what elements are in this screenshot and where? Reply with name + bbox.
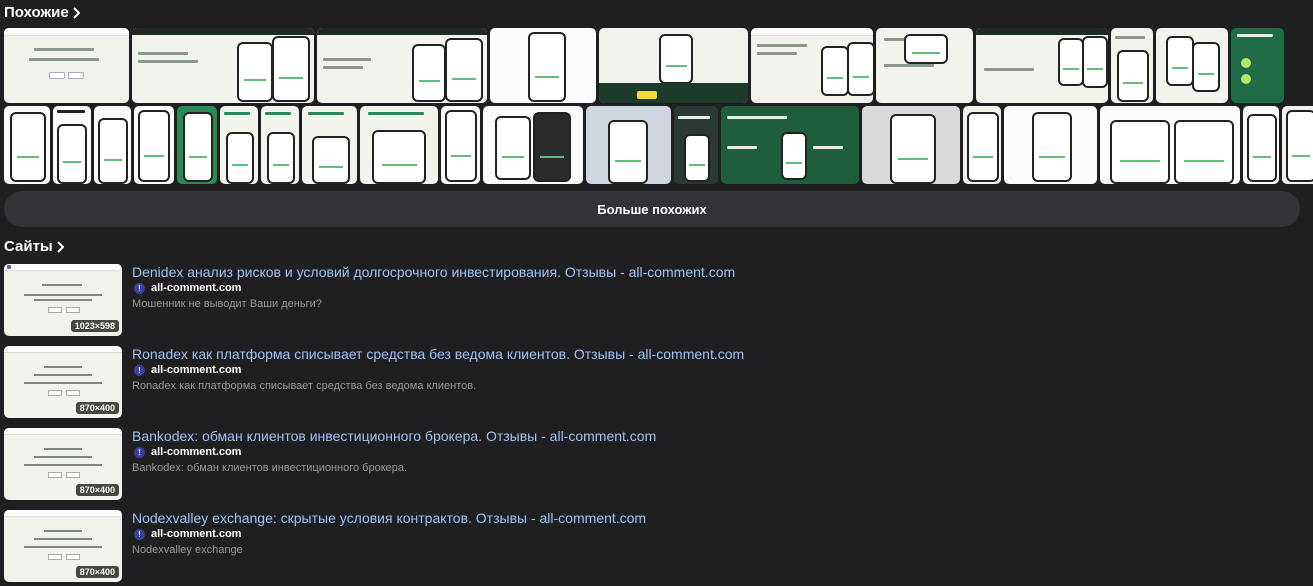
- site-result-description: Bankodex: обман клиентов инвестиционного…: [132, 462, 408, 474]
- site-result-domain-text: all-comment.com: [151, 282, 242, 294]
- image-size-badge: 1023×598: [70, 320, 119, 332]
- similar-image[interactable]: [261, 106, 299, 184]
- similar-image[interactable]: [1156, 28, 1228, 103]
- site-result-description: Nodexvalley exchange: [132, 544, 243, 556]
- info-icon: !: [134, 528, 145, 540]
- site-result-thumbnail[interactable]: 870×400: [4, 428, 122, 500]
- info-icon: !: [134, 364, 145, 376]
- similar-image[interactable]: [721, 106, 859, 184]
- similar-image[interactable]: [963, 106, 1001, 184]
- similar-image[interactable]: [317, 28, 487, 103]
- similar-image[interactable]: [1243, 106, 1279, 184]
- similar-section-title[interactable]: Похожие: [4, 4, 80, 21]
- similar-image[interactable]: [490, 28, 596, 103]
- similar-image[interactable]: [360, 106, 438, 184]
- image-size-badge: 870×400: [75, 484, 119, 496]
- similar-images-row-1: [4, 28, 1284, 103]
- image-size-badge: 870×400: [75, 402, 119, 414]
- similar-image[interactable]: [1231, 28, 1284, 103]
- sites-title-text: Сайты: [4, 238, 53, 255]
- similar-title-text: Похожие: [4, 4, 69, 21]
- similar-image[interactable]: [1100, 106, 1240, 184]
- similar-image[interactable]: [1282, 106, 1313, 184]
- similar-image[interactable]: [94, 106, 131, 184]
- more-similar-button[interactable]: Больше похожих: [4, 191, 1300, 227]
- site-result: 870×400 Ronadex как платформа списывает …: [4, 346, 904, 422]
- site-result-domain-text: all-comment.com: [151, 446, 242, 458]
- similar-image[interactable]: [1111, 28, 1153, 103]
- similar-image[interactable]: [134, 106, 174, 184]
- similar-image[interactable]: [976, 28, 1108, 103]
- site-result: 870×400 Bankodex: обман клиентов инвести…: [4, 428, 904, 504]
- info-icon: !: [134, 282, 145, 294]
- similar-image[interactable]: [177, 106, 217, 184]
- info-icon: !: [134, 446, 145, 458]
- similar-image[interactable]: [132, 28, 314, 103]
- similar-image[interactable]: [220, 106, 258, 184]
- site-result-title-link[interactable]: Bankodex: обман клиентов инвестиционного…: [132, 428, 656, 444]
- similar-image[interactable]: [4, 106, 50, 184]
- site-result-description: Ronadex как платформа списывает средства…: [132, 380, 477, 392]
- similar-image[interactable]: [751, 28, 873, 103]
- site-result-thumbnail[interactable]: 1023×598: [4, 264, 122, 336]
- similar-image[interactable]: [302, 106, 357, 184]
- similar-image[interactable]: [674, 106, 718, 184]
- site-result-domain-text: all-comment.com: [151, 528, 242, 540]
- site-result-domain[interactable]: ! all-comment.com: [134, 282, 241, 294]
- site-result-domain[interactable]: ! all-comment.com: [134, 528, 241, 540]
- similar-images-row-2: [4, 106, 1313, 184]
- image-size-badge: 870×400: [75, 566, 119, 578]
- chevron-right-icon: [72, 6, 80, 19]
- similar-image[interactable]: [586, 106, 671, 184]
- similar-image[interactable]: [1004, 106, 1097, 184]
- site-result-title-link[interactable]: Ronadex как платформа списывает средства…: [132, 346, 744, 362]
- similar-image[interactable]: [53, 106, 91, 184]
- site-result-domain[interactable]: ! all-comment.com: [134, 446, 241, 458]
- site-result-domain-text: all-comment.com: [151, 364, 242, 376]
- similar-image[interactable]: [599, 28, 748, 103]
- chevron-right-icon: [57, 240, 64, 253]
- site-result: 1023×598 Denidex анализ рисков и условий…: [4, 264, 904, 340]
- site-result: 870×400 Nodexvalley exchange: скрытые ус…: [4, 510, 904, 586]
- sites-section-title[interactable]: Сайты: [4, 238, 64, 255]
- site-result-description: Мошенник не выводит Ваши деньги?: [132, 298, 322, 310]
- site-result-domain[interactable]: ! all-comment.com: [134, 364, 241, 376]
- similar-image[interactable]: [876, 28, 973, 103]
- site-result-title-link[interactable]: Denidex анализ рисков и условий долгосро…: [132, 264, 735, 280]
- site-result-thumbnail[interactable]: 870×400: [4, 510, 122, 582]
- similar-image[interactable]: [441, 106, 480, 184]
- similar-image[interactable]: [483, 106, 583, 184]
- similar-image[interactable]: [4, 28, 129, 103]
- site-result-title-link[interactable]: Nodexvalley exchange: скрытые условия ко…: [132, 510, 646, 526]
- site-result-thumbnail[interactable]: 870×400: [4, 346, 122, 418]
- similar-image[interactable]: [862, 106, 960, 184]
